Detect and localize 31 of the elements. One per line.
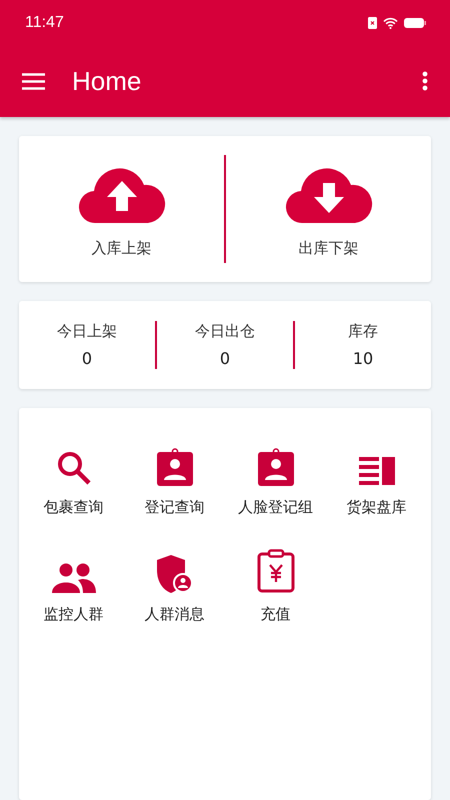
id-badge-icon[interactable]	[156, 448, 192, 486]
wifi-icon	[383, 16, 398, 28]
search-icon[interactable]	[56, 450, 92, 486]
sim-icon	[368, 16, 377, 28]
app-title: Home	[72, 66, 142, 96]
menu-label[interactable]: 登记查询	[144, 498, 204, 517]
status-time: 11:47	[25, 14, 64, 32]
menu-label[interactable]: 监控人群	[44, 605, 104, 624]
stat-value: 0	[82, 349, 92, 368]
stat-value: 10	[352, 349, 374, 368]
more-icon[interactable]	[422, 71, 428, 91]
cloud-upload-icon[interactable]	[78, 166, 166, 224]
stat-label: 库存	[348, 322, 378, 341]
menu-label[interactable]: 人脸登记组	[238, 498, 313, 517]
menu-label[interactable]: 充值	[260, 605, 290, 624]
id-badge-icon[interactable]	[258, 448, 294, 486]
stat-value: 0	[220, 349, 230, 368]
clipboard-yen-icon[interactable]	[256, 549, 294, 593]
menu-label[interactable]: 包裹查询	[44, 498, 104, 517]
list-panel-icon[interactable]	[358, 456, 394, 486]
menu-label[interactable]: 人群消息	[144, 605, 204, 624]
battery-icon	[404, 18, 426, 28]
shield-user-icon[interactable]	[156, 555, 192, 593]
menu-label[interactable]: 货架盘库	[346, 498, 406, 517]
action-label[interactable]: 出库下架	[298, 238, 358, 258]
stat-label: 今日出仓	[195, 322, 255, 341]
cloud-download-icon[interactable]	[284, 166, 372, 224]
menu-icon[interactable]	[22, 72, 45, 90]
people-icon[interactable]	[52, 563, 96, 593]
stat-label: 今日上架	[57, 322, 117, 341]
action-label[interactable]: 入库上架	[92, 238, 152, 258]
